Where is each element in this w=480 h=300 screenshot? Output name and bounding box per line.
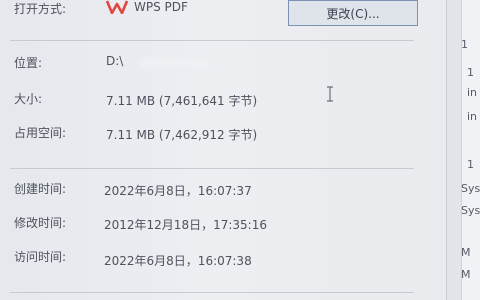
created-value: 2022年6月8日，16:07:37 [104,184,252,198]
open-with-label: 打开方式: [14,2,67,16]
modified-value: 2012年12月18日，17:35:16 [104,218,267,232]
side-panel-item: M [461,268,471,281]
side-panel-item: Sys [461,204,480,217]
side-panel-item: 1 [461,38,468,51]
accessed-label: 访问时间: [14,250,67,264]
location-label: 位置: [14,56,43,70]
created-label: 创建时间: [14,182,67,196]
wps-pdf-icon [106,0,128,14]
side-panel-item: in [467,110,478,123]
redacted-path [140,58,210,68]
side-panel-item: in [467,86,478,99]
file-properties-dialog: 打开方式: WPS PDF 更改(C)... 位置: D:\ 大小: 7.11 … [0,0,446,300]
side-panel-item: 1 [467,158,474,171]
background-window-panel: 1 1 in in 1 Sys Sys M M [446,0,480,300]
size-on-disk-value: 7.11 MB (7,462,912 字节) [106,128,258,142]
side-panel-item: Sys [461,182,480,195]
divider [10,40,414,41]
size-value: 7.11 MB (7,461,641 字节) [106,94,258,108]
modified-label: 修改时间: [14,216,67,230]
side-panel-item: M [461,246,471,259]
change-button[interactable]: 更改(C)... [288,0,418,26]
divider [10,292,414,293]
accessed-value: 2022年6月8日，16:07:38 [104,254,252,268]
divider [10,168,414,169]
size-label: 大小: [14,92,43,106]
text-cursor-icon [327,86,333,102]
open-with-app: WPS PDF [134,0,188,14]
location-value: D:\ [106,54,124,68]
size-on-disk-label: 占用空间: [14,126,67,140]
side-panel-item: 1 [467,66,474,79]
